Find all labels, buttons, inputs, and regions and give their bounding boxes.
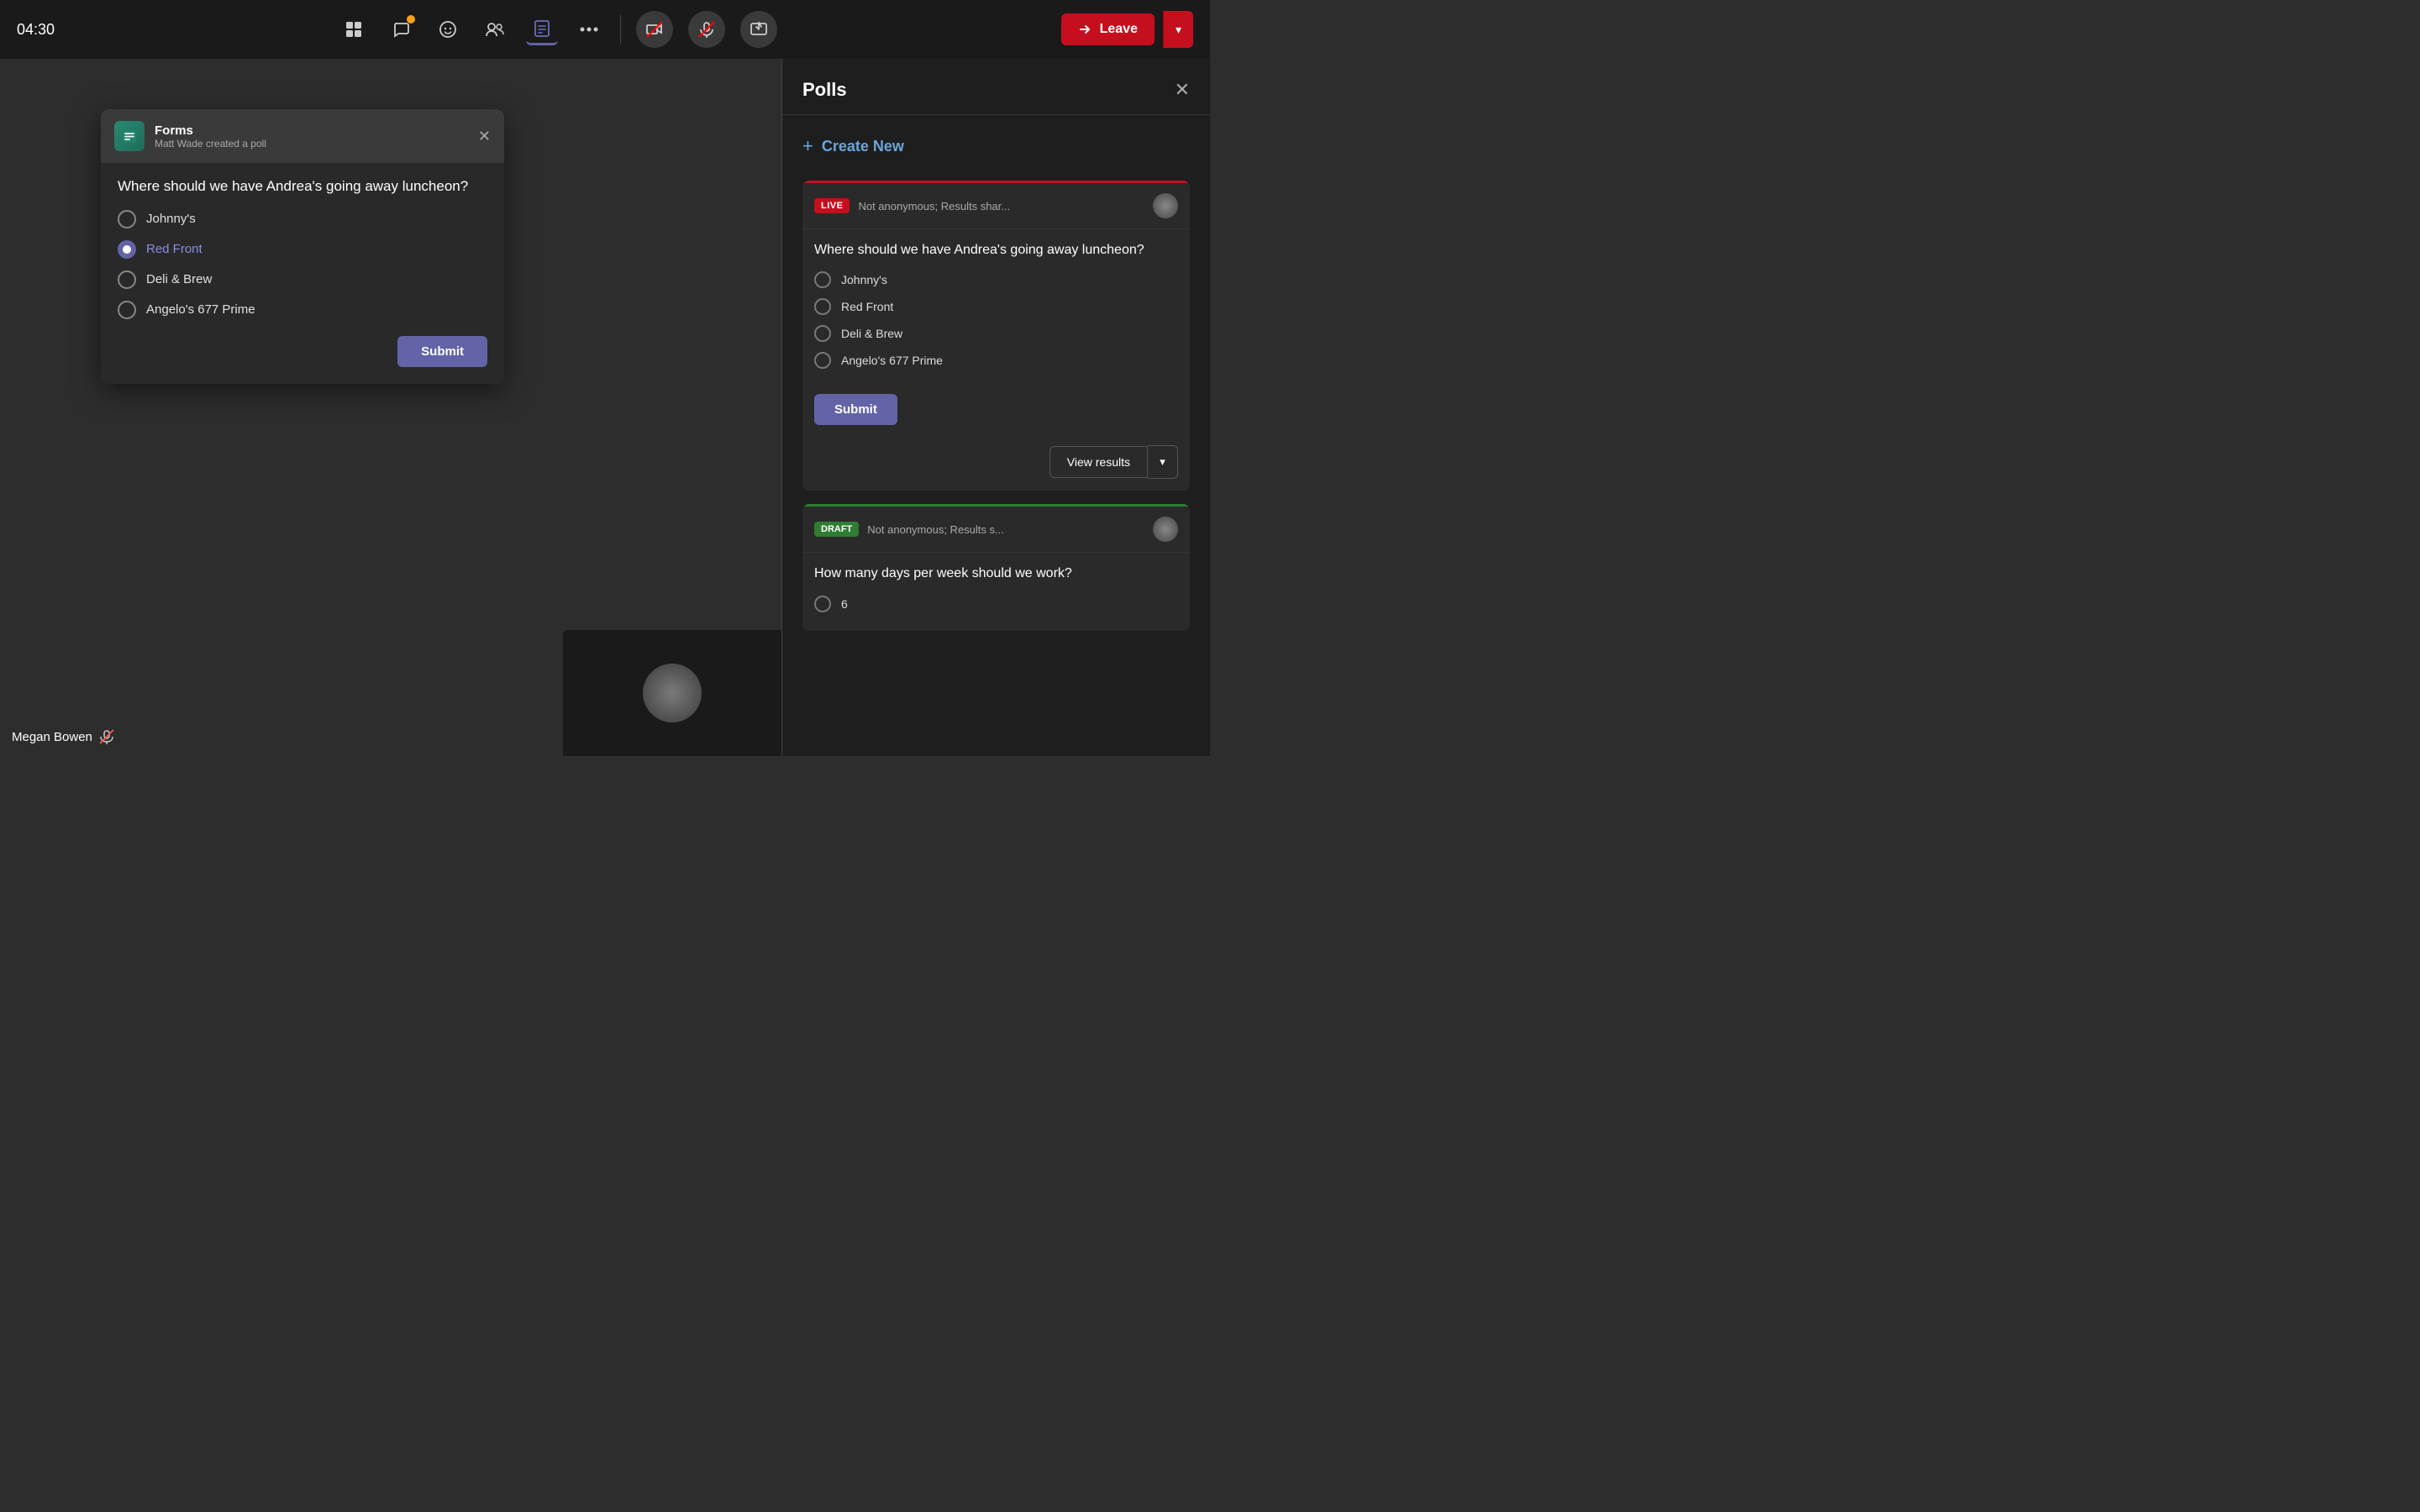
option-text-angelo: Angelo's 677 Prime bbox=[146, 302, 255, 317]
draft-poll-card-meta: Not anonymous; Results s... bbox=[867, 523, 1144, 536]
polls-panel-close-btn[interactable]: ✕ bbox=[1175, 79, 1190, 101]
poll-popup-options: Johnny's Red Front Deli & Brew Angelo's 677… bbox=[118, 210, 487, 319]
poll-popup-submit-btn[interactable]: Submit bbox=[397, 336, 487, 367]
panel-option-0[interactable]: Johnny's bbox=[814, 271, 1178, 288]
radio-outer-johnnys bbox=[118, 210, 136, 228]
draft-radio[interactable] bbox=[814, 596, 831, 612]
live-poll-submit-row: Submit bbox=[802, 387, 1190, 437]
video-thumbnail bbox=[563, 630, 781, 756]
draft-badge: DRAFT bbox=[814, 522, 859, 537]
participants-icon[interactable] bbox=[479, 13, 511, 45]
radio-inner-redfront bbox=[123, 245, 131, 254]
poll-popup-question: Where should we have Andrea's going away… bbox=[118, 176, 487, 197]
poll-popup-option-johnnys[interactable]: Johnny's bbox=[118, 210, 487, 228]
topbar-divider bbox=[620, 14, 621, 45]
main-content-area: Forms Matt Wade created a poll ✕ Where s… bbox=[0, 59, 781, 756]
poll-popup-option-redfront[interactable]: Red Front bbox=[118, 240, 487, 259]
live-poll-submit-btn[interactable]: Submit bbox=[814, 394, 897, 425]
live-poll-card-meta: Not anonymous; Results shar... bbox=[858, 200, 1144, 213]
participant-avatar bbox=[643, 664, 702, 722]
poll-popup-header: Forms Matt Wade created a poll ✕ bbox=[101, 109, 504, 163]
polls-icon[interactable] bbox=[526, 13, 558, 45]
live-badge: LIVE bbox=[814, 198, 850, 213]
poll-popup-app-name: Forms bbox=[155, 123, 266, 138]
top-bar-right: Leave ▾ bbox=[1061, 11, 1193, 48]
poll-notification-popup: Forms Matt Wade created a poll ✕ Where s… bbox=[101, 109, 504, 384]
poll-popup-titles: Forms Matt Wade created a poll bbox=[155, 123, 266, 150]
panel-option-2[interactable]: Deli & Brew bbox=[814, 325, 1178, 342]
mic-toggle-btn[interactable] bbox=[688, 11, 725, 48]
panel-option-text-0: Johnny's bbox=[841, 273, 887, 286]
live-poll-footer: View results ▾ bbox=[802, 437, 1190, 491]
option-text-delibrew: Deli & Brew bbox=[146, 272, 212, 286]
draft-poll-card: DRAFT Not anonymous; Results s... How ma… bbox=[802, 504, 1190, 630]
draft-poll-card-header: DRAFT Not anonymous; Results s... bbox=[802, 507, 1190, 553]
call-timer: 04:30 bbox=[17, 21, 55, 39]
radio-outer-redfront bbox=[118, 240, 136, 259]
poll-popup-option-delibrew[interactable]: Deli & Brew bbox=[118, 270, 487, 289]
chat-icon[interactable] bbox=[385, 13, 417, 45]
poll-popup-body: Where should we have Andrea's going away… bbox=[101, 163, 504, 384]
poll-popup-header-left: Forms Matt Wade created a poll bbox=[114, 121, 266, 151]
live-poll-question: Where should we have Andrea's going away… bbox=[814, 241, 1178, 260]
polls-panel: Polls ✕ + Create New LIVE Not anonymous;… bbox=[781, 59, 1210, 756]
poll-popup-option-angelo[interactable]: Angelo's 677 Prime bbox=[118, 301, 487, 319]
live-poll-card-body: Where should we have Andrea's going away… bbox=[802, 229, 1190, 387]
panel-option-text-2: Deli & Brew bbox=[841, 327, 902, 340]
live-poll-card-header: LIVE Not anonymous; Results shar... bbox=[802, 183, 1190, 229]
user-name-badge: Megan Bowen bbox=[12, 729, 114, 744]
panel-option-text-1: Red Front bbox=[841, 300, 893, 313]
polls-panel-body: + Create New LIVE Not anonymous; Results… bbox=[782, 115, 1210, 756]
draft-poll-card-body: How many days per week should we work? 6 bbox=[802, 553, 1190, 630]
draft-option-text: 6 bbox=[841, 597, 848, 611]
polls-panel-header: Polls ✕ bbox=[782, 59, 1210, 115]
more-options-icon[interactable] bbox=[573, 13, 605, 45]
option-text-redfront: Red Front bbox=[146, 242, 203, 256]
grid-icon[interactable] bbox=[338, 13, 370, 45]
panel-radio-1 bbox=[814, 298, 831, 315]
polls-panel-title: Polls bbox=[802, 79, 847, 101]
leave-button[interactable]: Leave bbox=[1061, 13, 1155, 45]
top-bar: 04:30 bbox=[0, 0, 1210, 59]
forms-app-icon bbox=[114, 121, 145, 151]
view-results-btn[interactable]: View results bbox=[1050, 446, 1148, 478]
top-bar-center bbox=[338, 11, 777, 48]
user-display-name: Megan Bowen bbox=[12, 730, 92, 744]
live-poll-creator-avatar bbox=[1153, 193, 1178, 218]
panel-option-text-3: Angelo's 677 Prime bbox=[841, 354, 943, 367]
draft-poll-option-number: 6 bbox=[814, 596, 1178, 612]
leave-dropdown-btn[interactable]: ▾ bbox=[1163, 11, 1193, 48]
live-poll-card: LIVE Not anonymous; Results shar... Wher… bbox=[802, 181, 1190, 491]
radio-outer-delibrew bbox=[118, 270, 136, 289]
chat-badge bbox=[407, 15, 415, 24]
view-results-dropdown-btn[interactable]: ▾ bbox=[1148, 445, 1178, 479]
video-toggle-btn[interactable] bbox=[636, 11, 673, 48]
poll-popup-subtitle: Matt Wade created a poll bbox=[155, 138, 266, 150]
share-screen-btn[interactable] bbox=[740, 11, 777, 48]
reactions-icon[interactable] bbox=[432, 13, 464, 45]
option-text-johnnys: Johnny's bbox=[146, 212, 196, 226]
panel-radio-2 bbox=[814, 325, 831, 342]
draft-poll-creator-avatar bbox=[1153, 517, 1178, 542]
panel-option-1[interactable]: Red Front bbox=[814, 298, 1178, 315]
live-poll-options: Johnny's Red Front Deli & Brew Angelo's 677… bbox=[814, 271, 1178, 369]
poll-popup-submit-row: Submit bbox=[118, 336, 487, 367]
mic-muted-icon bbox=[99, 729, 114, 744]
create-new-label: Create New bbox=[822, 138, 904, 155]
top-bar-left: 04:30 bbox=[17, 21, 55, 39]
panel-radio-0 bbox=[814, 271, 831, 288]
radio-outer-angelo bbox=[118, 301, 136, 319]
create-new-poll-btn[interactable]: + Create New bbox=[802, 129, 904, 164]
panel-option-3[interactable]: Angelo's 677 Prime bbox=[814, 352, 1178, 369]
create-new-plus-icon: + bbox=[802, 135, 813, 157]
draft-poll-question: How many days per week should we work? bbox=[814, 564, 1178, 583]
panel-radio-3 bbox=[814, 352, 831, 369]
poll-popup-close-btn[interactable]: ✕ bbox=[478, 128, 491, 145]
